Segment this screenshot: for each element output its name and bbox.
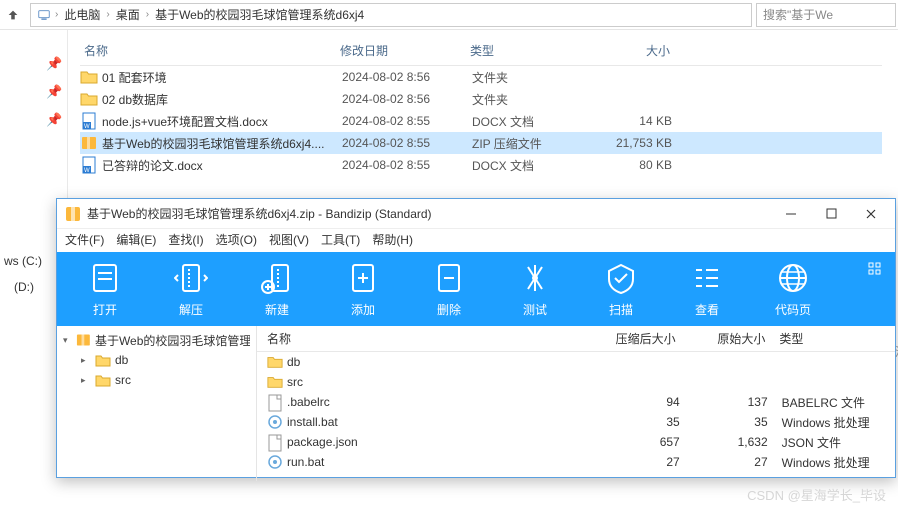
drive-label[interactable]: (D:): [14, 280, 34, 294]
folder-icon: [267, 354, 283, 370]
new-button[interactable]: 新建: [237, 261, 317, 318]
bat-icon: [267, 454, 283, 470]
file-name: 基于Web的校园羽毛球馆管理系统d6xj4....: [102, 135, 342, 152]
explorer-address-bar: › 此电脑 › 桌面 › 基于Web的校园羽毛球馆管理系统d6xj4 搜索"基于…: [0, 0, 898, 30]
scan-icon: [604, 261, 638, 295]
menu-item[interactable]: 查找(I): [168, 231, 203, 248]
crumb[interactable]: 基于Web的校园羽毛球馆管理系统d6xj4: [153, 6, 366, 23]
archive-file-list: 名称 压缩后大小 原始大小 类型 dbsrc.babelrc94137BABEL…: [257, 326, 895, 481]
test-button[interactable]: 测试: [495, 261, 575, 318]
new-icon: [260, 261, 294, 295]
toolbar: 打开解压新建添加删除测试扫描查看代码页: [57, 252, 895, 326]
expand-icon[interactable]: ▸: [81, 375, 91, 386]
svg-text:W: W: [84, 168, 90, 174]
menu-item[interactable]: 选项(O): [216, 231, 257, 248]
file-row[interactable]: 02 db数据库2024-08-02 8:56文件夹: [80, 88, 882, 110]
tree-item[interactable]: ▸ src: [63, 370, 250, 390]
maximize-button[interactable]: [811, 200, 851, 228]
menu-bar: 文件(F) 编辑(E) 查找(I) 选项(O) 视图(V) 工具(T) 帮助(H): [57, 229, 895, 252]
extract-icon: [174, 261, 208, 295]
crumb[interactable]: 桌面: [114, 6, 142, 23]
column-headers[interactable]: 名称 修改日期 类型 大小: [80, 38, 882, 66]
archive-tree: ▾ 基于Web的校园羽毛球馆管理系 ▸ db ▸ src: [57, 326, 257, 481]
window-title: 基于Web的校园羽毛球馆管理系统d6xj4.zip - Bandizip (St…: [87, 205, 771, 222]
close-button[interactable]: [851, 200, 891, 228]
view-button[interactable]: 查看: [667, 261, 747, 318]
bandizip-icon: [65, 206, 81, 222]
col-name[interactable]: 名称: [80, 42, 340, 59]
folder-icon: [80, 68, 98, 86]
col-type[interactable]: 类型: [470, 42, 590, 59]
drive-label[interactable]: ws (C:): [4, 254, 42, 268]
zip-icon: [76, 332, 91, 348]
col-size[interactable]: 大小: [590, 42, 670, 59]
folder-icon: [267, 374, 283, 390]
add-icon: [346, 261, 380, 295]
open-icon: [88, 261, 122, 295]
pin-icon: 📌: [0, 78, 67, 106]
archive-row[interactable]: package.json6571,632JSON 文件: [257, 432, 895, 452]
zip-icon: [80, 134, 98, 152]
open-button[interactable]: 打开: [65, 261, 145, 318]
menu-item[interactable]: 工具(T): [321, 231, 360, 248]
archive-row[interactable]: install.bat3535Windows 批处理: [257, 412, 895, 432]
bat-icon: [267, 414, 283, 430]
file-name: 已答辩的论文.docx: [102, 157, 342, 174]
tree-root[interactable]: ▾ 基于Web的校园羽毛球馆管理系: [63, 330, 250, 350]
test-icon: [518, 261, 552, 295]
menu-item[interactable]: 文件(F): [65, 231, 104, 248]
archive-row[interactable]: .babelrc94137BABELRC 文件: [257, 392, 895, 412]
up-button[interactable]: [0, 2, 26, 28]
pin-icon: 📌: [0, 106, 67, 134]
expand-icon[interactable]: ▸: [81, 355, 91, 366]
codepage-button[interactable]: 代码页: [753, 261, 833, 318]
scan-button[interactable]: 扫描: [581, 261, 661, 318]
menu-item[interactable]: 帮助(H): [372, 231, 413, 248]
file-icon: [267, 394, 283, 410]
menu-item[interactable]: 视图(V): [269, 231, 309, 248]
bandizip-window: 基于Web的校园羽毛球馆管理系统d6xj4.zip - Bandizip (St…: [56, 198, 896, 478]
quick-access-sidebar: 📌 📌 📌: [0, 30, 68, 200]
archive-row[interactable]: db: [257, 352, 895, 372]
col-date[interactable]: 修改日期: [340, 42, 470, 59]
search-input[interactable]: 搜索"基于We: [756, 3, 896, 27]
file-row[interactable]: Wnode.js+vue环境配置文档.docx2024-08-02 8:55DO…: [80, 110, 882, 132]
watermark: CSDN @星海学长_毕设: [747, 485, 886, 504]
delete-button[interactable]: 删除: [409, 261, 489, 318]
view-icon: [690, 261, 724, 295]
minimize-button[interactable]: [771, 200, 811, 228]
menu-item[interactable]: 编辑(E): [116, 231, 156, 248]
file-icon: [267, 434, 283, 450]
extract-button[interactable]: 解压: [151, 261, 231, 318]
collapse-icon[interactable]: ▾: [63, 335, 72, 346]
folder-icon: [80, 90, 98, 108]
breadcrumb[interactable]: › 此电脑 › 桌面 › 基于Web的校园羽毛球馆管理系统d6xj4: [30, 3, 752, 27]
file-row[interactable]: W已答辩的论文.docx2024-08-02 8:55DOCX 文档80 KB: [80, 154, 882, 176]
add-button[interactable]: 添加: [323, 261, 403, 318]
explorer-file-list: 名称 修改日期 类型 大小 01 配套环境2024-08-02 8:56文件夹0…: [68, 30, 898, 200]
crumb[interactable]: 此电脑: [62, 6, 102, 23]
folder-icon: [95, 373, 111, 387]
tree-item[interactable]: ▸ db: [63, 350, 250, 370]
archive-column-headers[interactable]: 名称 压缩后大小 原始大小 类型: [257, 326, 895, 352]
archive-row[interactable]: run.bat2727Windows 批处理: [257, 452, 895, 472]
file-name: 01 配套环境: [102, 69, 342, 86]
codepage-icon: [776, 261, 810, 295]
file-row[interactable]: 01 配套环境2024-08-02 8:56文件夹: [80, 66, 882, 88]
pc-icon: [37, 8, 51, 22]
delete-icon: [432, 261, 466, 295]
docx-icon: W: [80, 112, 98, 130]
file-name: 02 db数据库: [102, 91, 342, 108]
settings-icon[interactable]: [867, 260, 885, 278]
folder-icon: [95, 353, 111, 367]
docx-icon: W: [80, 156, 98, 174]
archive-row[interactable]: src: [257, 372, 895, 392]
titlebar[interactable]: 基于Web的校园羽毛球馆管理系统d6xj4.zip - Bandizip (St…: [57, 199, 895, 229]
svg-text:W: W: [84, 124, 90, 130]
file-name: node.js+vue环境配置文档.docx: [102, 113, 342, 130]
file-row[interactable]: 基于Web的校园羽毛球馆管理系统d6xj4....2024-08-02 8:55…: [80, 132, 882, 154]
pin-icon: 📌: [0, 50, 67, 78]
